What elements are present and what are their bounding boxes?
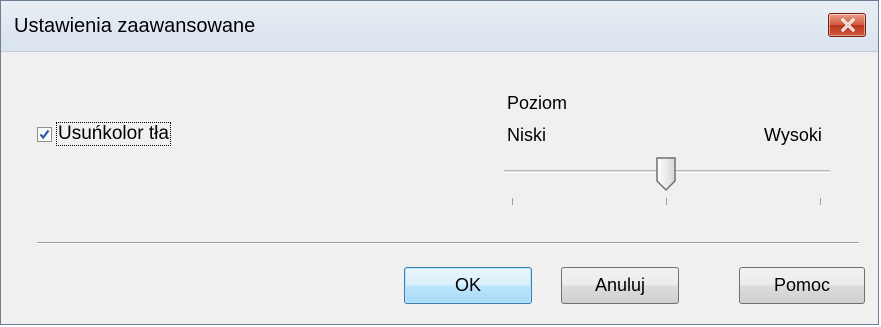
help-button[interactable]: Pomoc xyxy=(739,267,865,304)
checkmark-icon xyxy=(39,129,50,139)
remove-background-color-option[interactable]: Usuńkolor tła xyxy=(37,122,171,146)
slider-tick xyxy=(512,198,513,205)
close-button[interactable] xyxy=(828,13,866,37)
ok-button[interactable]: OK xyxy=(404,267,532,304)
close-x-icon xyxy=(840,17,856,33)
dialog-title: Ustawienia zaawansowane xyxy=(14,15,256,37)
slider-tick xyxy=(666,198,667,205)
remove-background-color-label[interactable]: Usuńkolor tła xyxy=(56,122,171,146)
level-slider-title: Poziom xyxy=(507,93,568,113)
dialog-content: Usuńkolor tła Poziom Niski Wysoki OK Anu… xyxy=(1,52,878,324)
level-high-label: Wysoki xyxy=(764,125,822,145)
level-low-label: Niski xyxy=(507,125,546,145)
cancel-button[interactable]: Anuluj xyxy=(561,267,679,304)
slider-tick xyxy=(820,198,821,205)
advanced-settings-dialog: Ustawienia zaawansowane Usuńkolor tła Po… xyxy=(0,0,879,325)
level-slider-thumb[interactable] xyxy=(655,156,677,192)
remove-background-color-checkbox[interactable] xyxy=(37,126,52,142)
separator xyxy=(37,242,859,244)
title-bar: Ustawienia zaawansowane xyxy=(1,1,878,52)
